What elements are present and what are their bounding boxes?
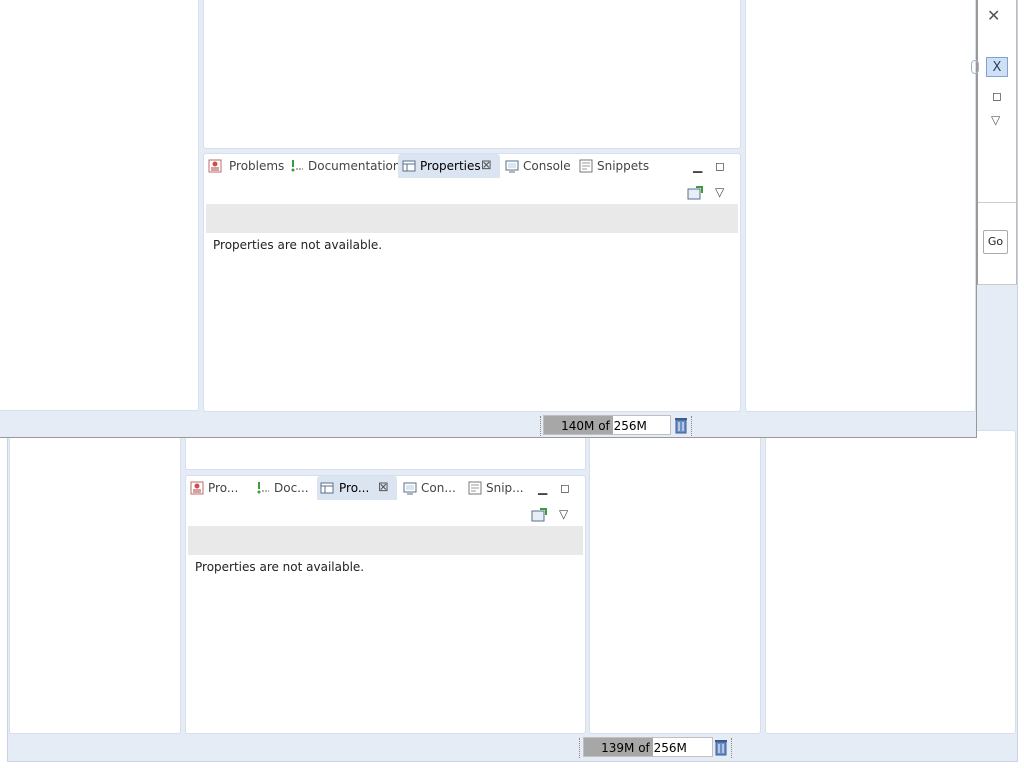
heap-status-label: 139M of 256M (601, 741, 687, 755)
front-right-panel (745, 0, 976, 412)
rear-properties-panel: Pro... Doc... Pro... ⊠ Con... Snip... ▁ … (185, 475, 586, 734)
properties-header-row (188, 526, 583, 555)
tab-properties[interactable]: Properties ⊠ (398, 154, 500, 178)
snippets-icon (468, 481, 482, 495)
tab-documentation[interactable]: Documentation (290, 154, 401, 178)
tab-label: Snippets (597, 159, 650, 173)
view-menu-icon[interactable]: ▽ (991, 113, 1000, 127)
properties-message: Properties are not available. (213, 238, 383, 252)
close-icon[interactable]: ✕ (987, 6, 1000, 25)
heap-status-bar[interactable]: 139M of 256M (583, 737, 713, 757)
pin-editor-icon[interactable] (687, 186, 703, 200)
dialog-fragment: ✕ X ◻ ▽ Go (971, 0, 1018, 285)
tab-problems[interactable]: Problems (208, 154, 286, 178)
heap-status-bar[interactable]: 140M of 256M (543, 415, 671, 435)
maximize-icon[interactable]: ◻ (992, 89, 1002, 103)
garbage-collect-icon[interactable] (674, 416, 688, 434)
front-editor-panel (203, 0, 741, 149)
tab-console[interactable]: Con... (403, 476, 463, 500)
tab-documentation[interactable]: Doc... (256, 476, 316, 500)
maximize-icon[interactable]: ◻ (560, 482, 570, 494)
properties-header-row (206, 204, 738, 233)
garbage-collect-icon[interactable] (714, 738, 728, 756)
tab-snippets[interactable]: Snippets (579, 154, 649, 178)
x-toolbar-button[interactable]: X (986, 57, 1008, 77)
view-menu-icon[interactable]: ▽ (715, 186, 724, 198)
status-separator (579, 738, 580, 758)
snippets-icon (579, 159, 593, 173)
go-button[interactable]: Go (983, 230, 1008, 254)
console-icon (403, 481, 417, 495)
tab-properties[interactable]: Pro... ⊠ (317, 476, 397, 500)
maximize-icon[interactable]: ◻ (715, 160, 725, 172)
tab-label: Snip... (486, 481, 524, 495)
documentation-icon (256, 481, 270, 495)
tab-problems[interactable]: Pro... (190, 476, 250, 500)
tab-label: Console (523, 159, 571, 173)
tab-label: Problems (229, 159, 285, 173)
minimize-icon[interactable]: ▁ (693, 160, 702, 172)
tab-label: Con... (421, 481, 456, 495)
close-tab-icon[interactable]: ⊠ (481, 154, 492, 178)
tab-label: Pro... (339, 481, 370, 495)
status-separator (691, 416, 692, 436)
tab-label: Documentation (308, 159, 401, 173)
minimize-icon[interactable]: ▁ (538, 482, 547, 494)
rear-right-panel (765, 430, 1016, 734)
tab-label: Doc... (274, 481, 309, 495)
tab-label: Properties (420, 159, 481, 173)
status-separator (540, 416, 541, 436)
properties-icon (320, 481, 334, 495)
rear-tab-bar: Pro... Doc... Pro... ⊠ Con... Snip... ▁ … (186, 476, 585, 500)
heap-status-label: 140M of 256M (561, 419, 647, 433)
toolbar-partial-icon (971, 60, 979, 74)
documentation-icon (290, 159, 304, 173)
view-menu-icon[interactable]: ▽ (559, 508, 568, 520)
tab-label: Pro... (208, 481, 239, 495)
tab-console[interactable]: Console (505, 154, 571, 178)
close-tab-icon[interactable]: ⊠ (378, 476, 389, 500)
rear-left-panel (9, 430, 181, 734)
problems-icon (208, 159, 222, 173)
tab-snippets[interactable]: Snip... (468, 476, 528, 500)
front-left-panel (0, 0, 199, 411)
rear-outline-panel (589, 430, 761, 734)
front-tab-bar: Problems Documentation Properties ⊠ Cons… (204, 154, 740, 178)
properties-message: Properties are not available. (195, 560, 365, 574)
front-properties-panel: Problems Documentation Properties ⊠ Cons… (203, 153, 741, 412)
problems-icon (190, 481, 204, 495)
console-icon (505, 159, 519, 173)
properties-icon (402, 159, 416, 173)
pin-editor-icon[interactable] (531, 508, 547, 522)
divider (978, 202, 1018, 203)
status-separator (731, 738, 732, 758)
